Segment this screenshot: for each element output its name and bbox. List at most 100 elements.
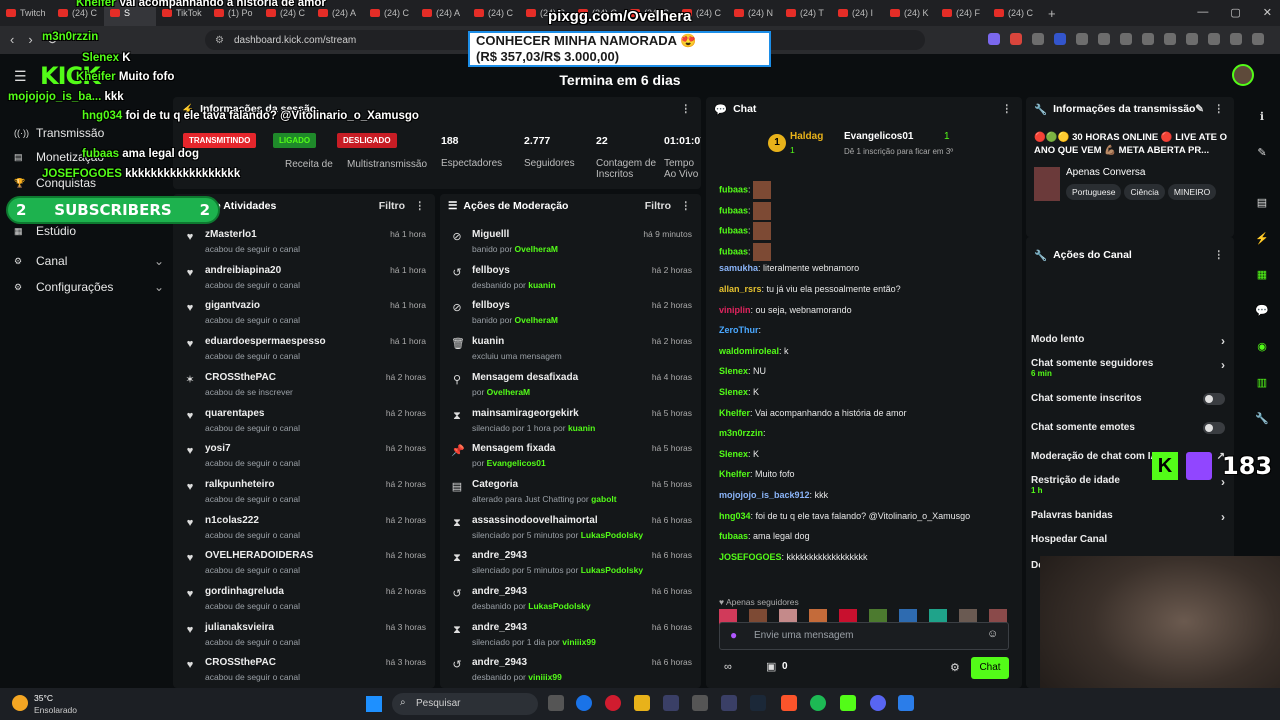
filter-button[interactable]: Filtro [645,200,671,212]
clipboard-icon[interactable]: ▦ [1250,264,1274,286]
list-item[interactable]: ♥ n1colas222 acabou de seguir o canal há 2 … [173,512,435,548]
desligado-badge[interactable]: DESLIGADO [337,133,397,148]
extension-icon[interactable] [1208,33,1220,45]
taskbar-search[interactable]: Pesquisar [392,693,538,715]
chat-send-button[interactable]: Chat [971,657,1009,679]
extension-icon[interactable] [1252,33,1264,45]
chat-icon[interactable]: 💬 [1250,300,1274,322]
sidebar-item-5[interactable]: ⚙ Canal ⌄ [14,254,164,268]
list-item[interactable]: ♥ gigantvazio acabou de seguir o canal há 1… [173,297,435,333]
ligado-badge[interactable]: LIGADO [273,133,317,148]
extension-icon[interactable] [1098,33,1110,45]
close-icon[interactable]: ✕ [1263,6,1272,19]
chat-username[interactable]: Khelfer [719,469,750,479]
list-item[interactable]: ♥ zMasterlo1 acabou de seguir o canal há 1 … [173,226,435,262]
layout-icon[interactable]: ▤ [1250,192,1274,214]
mic-icon[interactable]: ● [730,628,737,642]
moderator-name[interactable]: OvelheraM [515,244,558,254]
avatar[interactable] [1232,64,1254,86]
gift-icon[interactable]: ▣ [766,660,776,673]
list-item[interactable]: ✶ CROSSthePAC acabou de se inscrever há 2 h… [173,369,435,405]
sidebar-item-6[interactable]: ⚙ Configurações ⌄ [14,280,164,294]
minimize-icon[interactable]: — [1197,6,1208,19]
channel-action-row[interactable]: Modo lento › [1031,334,1229,348]
chat-username[interactable]: Slenex [719,449,748,459]
moderator-name[interactable]: OvelheraM [487,387,530,397]
chat-username[interactable]: hng034 [719,511,751,521]
moderator-name[interactable]: gabolt [591,494,617,504]
moderator-name[interactable]: kuanin [568,423,595,433]
list-item[interactable]: ⚲ Mensagem desafixada por OvelheraM há 4 ho… [440,369,701,405]
stream-tag[interactable]: MINEIRO [1167,184,1217,200]
list-item[interactable]: ♥ andreibiapina20 acabou de seguir o canal… [173,262,435,298]
new-tab-icon[interactable]: + [1040,6,1064,21]
spotify-icon[interactable] [810,695,826,711]
info-icon[interactable]: ℹ [1250,106,1274,128]
kick-icon[interactable] [840,695,856,711]
browser-tab[interactable]: (24) C [468,0,520,26]
stream-tag[interactable]: Portuguese [1066,184,1122,200]
windows-start-icon[interactable] [366,696,382,712]
more-icon[interactable]: ⋮ [681,200,692,212]
chat-username[interactable]: fubaas [719,246,748,256]
chat-username[interactable]: JOSEFOGOES [719,552,782,562]
chat-username[interactable]: fubaas [719,531,748,541]
extension-icon[interactable] [1032,33,1044,45]
moderator-name[interactable]: Evangelicos01 [487,458,546,468]
list-item[interactable]: ♥ quarentapes acabou de seguir o canal há 2… [173,405,435,441]
extension-icon[interactable] [1010,33,1022,45]
wrench-icon[interactable]: 🔧 [1250,408,1274,430]
channel-action-row[interactable]: Chat somente emotes [1031,422,1229,434]
chrome-icon[interactable] [576,695,592,711]
folder-icon[interactable] [634,695,650,711]
browser-tab[interactable]: (24) C [364,0,416,26]
moderator-name[interactable]: viniiix99 [528,672,562,682]
moderator-name[interactable]: viniiix99 [562,637,596,647]
toggle-switch[interactable] [1203,393,1225,405]
list-item[interactable]: ↺ andre_2943 desbanido por LukasPodolsky há… [440,583,701,619]
browser-tab[interactable]: (24) N [728,0,780,26]
chat-username[interactable]: Slenex [719,387,748,397]
list-item[interactable]: ↺ fellboys desbanido por kuanin há 2 horas [440,262,701,298]
more-icon[interactable]: ⋮ [1002,103,1013,115]
list-item[interactable]: ⊘ Miguelll banido por OvelheraM há 9 minuto… [440,226,701,262]
lightning-icon[interactable]: ⚡ [1250,228,1274,250]
back-icon[interactable]: ‹ [10,32,14,48]
list-item[interactable]: ⧗ andre_2943 silenciado por 5 minutos por … [440,547,701,583]
points-icon[interactable]: ∞ [724,661,732,673]
list-item[interactable]: ♥ eduardoespermaespesso acabou de seguir o… [173,333,435,369]
discord-icon[interactable] [870,695,886,711]
stream-tag[interactable]: Ciência [1124,184,1165,200]
chat-username[interactable]: ZeroThur [719,325,759,335]
channel-action-row[interactable]: Chat somente inscritos [1031,393,1229,405]
browser-tab[interactable]: Twitch [0,0,52,26]
list-item[interactable]: ⧗ andre_2943 silenciado por 1 dia por vini… [440,619,701,655]
list-item[interactable]: ♥ ralkpunheteiro acabou de seguir o canal h… [173,476,435,512]
browser-tab[interactable]: (24) F [936,0,988,26]
chat-username[interactable]: fubaas [719,184,748,194]
extension-icon[interactable] [1186,33,1198,45]
more-icon[interactable]: ⋮ [1214,103,1225,115]
list-item[interactable]: ↺ andre_2943 desbanido por viniiix99 há 6 h… [440,654,701,688]
forward-icon[interactable]: › [28,32,32,48]
list-item[interactable]: ⧗ mainsamirageorgekirk silenciado por 1 ho… [440,405,701,441]
menu-icon[interactable]: ☰ [14,68,27,85]
extension-icon[interactable] [1076,33,1088,45]
chat-username[interactable]: Slenex [719,366,748,376]
browser-tab[interactable]: (24) I [832,0,884,26]
list-item[interactable]: ▤ Categoria alterado para Just Chatting po… [440,476,701,512]
extension-icon[interactable] [1142,33,1154,45]
list-item[interactable]: ♥ gordinhagreluda acabou de seguir o canal… [173,583,435,619]
chat-username[interactable]: allan_rsrs [719,284,762,294]
category-name[interactable]: Apenas Conversa [1066,167,1146,178]
maximize-icon[interactable]: ▢ [1230,6,1240,19]
app-icon[interactable] [721,695,737,711]
list-item[interactable]: ⧗ assassinodoovelhaimortal silenciado por … [440,512,701,548]
toggle-switch[interactable] [1203,422,1225,434]
layers-icon[interactable]: ▥ [1250,372,1274,394]
app-icon[interactable] [663,695,679,711]
chat-settings-icon[interactable]: ⚙ [950,661,960,674]
edit-icon[interactable]: ✎ [1195,103,1204,115]
list-item[interactable]: ♥ yosi7 acabou de seguir o canal há 2 horas [173,440,435,476]
list-item[interactable]: ⊘ fellboys banido por OvelheraM há 2 horas [440,297,701,333]
